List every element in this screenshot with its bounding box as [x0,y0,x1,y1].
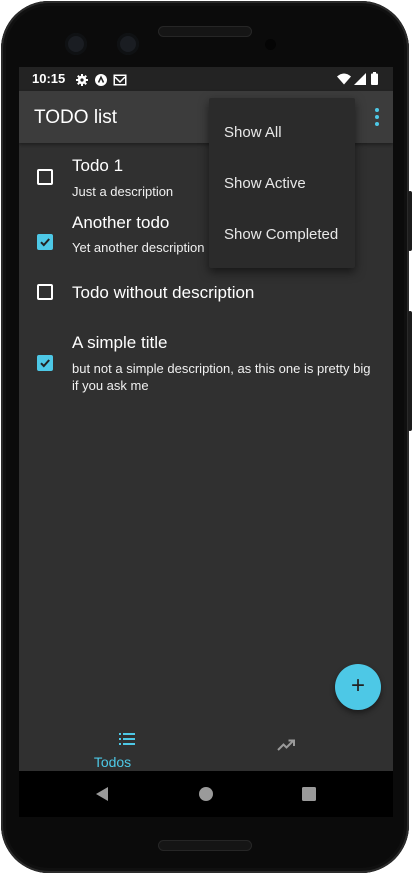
mail-icon [113,73,127,91]
todo-checkbox[interactable] [37,234,53,250]
battery-icon [371,72,378,90]
front-camera-icon [65,33,87,55]
screen: 10:15 TODO list Todo 1 Just a descriptio… [19,67,393,817]
todo-checkbox[interactable] [37,355,53,371]
home-icon[interactable] [199,787,213,801]
status-bar: 10:15 [19,67,393,91]
list-icon [119,733,135,745]
back-icon[interactable] [95,786,109,802]
top-speaker [158,26,252,37]
todo-title: Another todo [72,213,170,232]
filter-menu: Show All Show Active Show Completed [209,98,355,268]
menu-item-show-active[interactable]: Show Active [224,175,306,192]
menu-item-show-completed[interactable]: Show Completed [224,226,338,243]
phone-frame: 10:15 TODO list Todo 1 Just a descriptio… [1,1,412,873]
settings-icon [76,73,88,91]
todo-checkbox[interactable] [37,169,53,185]
bottom-navigation: Todos [19,719,393,771]
front-camera-2-icon [117,33,139,55]
proximity-sensor [265,39,276,50]
signal-icon [354,72,366,90]
todo-item[interactable]: Todo without description [19,267,393,317]
page-title: TODO list [34,107,118,128]
add-todo-button[interactable]: + [335,664,381,710]
todo-title: A simple title [72,333,168,352]
todo-checkbox[interactable] [37,284,53,300]
menu-item-show-all[interactable]: Show All [224,124,282,141]
power-button [408,191,412,251]
status-time: 10:15 [32,71,66,86]
todo-item[interactable]: A simple title but not a simple descript… [19,317,393,407]
todo-title: Todo 1 [72,156,124,175]
todo-description: but not a simple description, as this on… [72,361,371,393]
add-icon: + [350,672,365,699]
more-vert-icon[interactable] [371,106,383,128]
todo-title: Todo without description [72,283,255,302]
volume-button [408,311,412,431]
trending-up-icon [277,739,295,751]
tab-todos[interactable]: Todos [19,719,206,771]
check-icon [40,238,50,247]
recents-icon[interactable] [302,787,316,801]
app-notification-icon [95,73,107,91]
bottom-speaker [158,840,252,851]
system-navigation-bar [19,771,393,817]
tab-todos-label: Todos [93,754,132,770]
check-icon [40,359,50,368]
wifi-icon [337,72,351,90]
tab-stats[interactable] [206,719,393,771]
